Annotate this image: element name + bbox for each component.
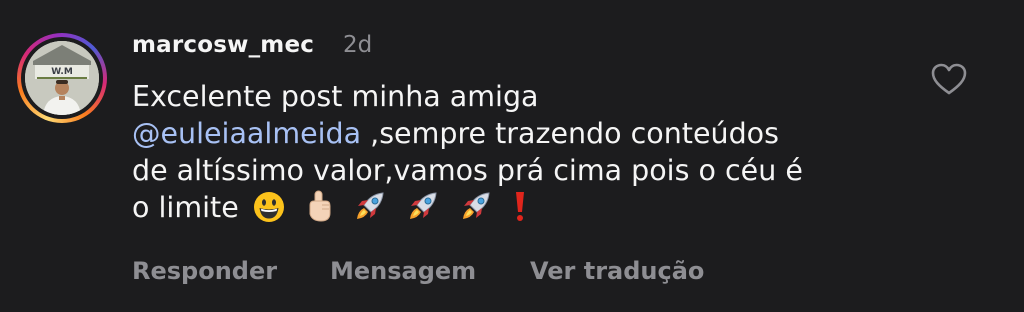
timestamp: 2d <box>343 32 373 58</box>
comment-text-fragment: o limite <box>132 191 239 224</box>
rocket-icon <box>406 189 440 223</box>
username[interactable]: marcosw_mec <box>132 32 314 58</box>
heart-icon <box>931 63 967 95</box>
avatar-photo: W.M <box>25 41 99 115</box>
comment-text: Excelente post minha amiga @euleiaalmeid… <box>132 78 892 226</box>
rocket-icon <box>459 189 493 223</box>
red-exclamation-icon <box>512 189 528 223</box>
grinning-face-icon <box>253 191 285 223</box>
reply-button[interactable]: Responder <box>132 257 277 285</box>
mention-link[interactable]: @euleiaalmeida <box>132 117 361 150</box>
comment-line: Excelente post minha amiga <box>132 80 539 113</box>
avatar-brand-text: W.M <box>51 67 73 77</box>
translate-button[interactable]: Ver tradução <box>530 257 704 285</box>
comment-line: o limite <box>132 189 892 226</box>
avatar-ring-gap: W.M <box>21 37 103 119</box>
like-button[interactable] <box>930 62 968 96</box>
comment-line: de altíssimo valor,vamos prá cima pois o… <box>132 154 803 187</box>
pointing-up-icon <box>304 189 334 223</box>
message-button[interactable]: Mensagem <box>330 257 476 285</box>
comment-text-fragment: ,sempre trazendo conteúdos <box>361 117 779 150</box>
comment-line: @euleiaalmeida ,sempre trazendo conteúdo… <box>132 115 892 152</box>
avatar-story-ring[interactable]: W.M <box>17 33 107 123</box>
comment: W.M marcosw_mec 2d Excelente post minha … <box>0 0 1024 312</box>
avatar[interactable]: W.M <box>25 41 99 115</box>
rocket-icon <box>353 189 387 223</box>
